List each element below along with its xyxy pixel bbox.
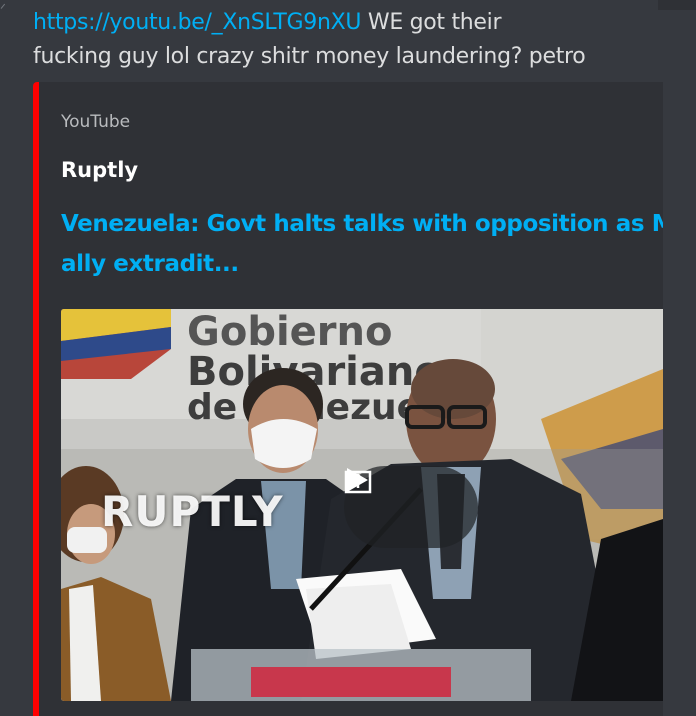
video-controls-pill[interactable]: [344, 466, 478, 548]
message-text-line2: fucking guy lol crazy shitr money launde…: [33, 44, 586, 69]
message-gutter-mark: ᐟ: [0, 2, 6, 18]
message-link[interactable]: https://youtu.be/_XnSLTG9nXU: [33, 10, 361, 35]
message-content: https://youtu.be/_XnSLTG9nXU WE got thei…: [33, 6, 673, 74]
embed-title-line1[interactable]: Venezuela: Govt halts talks with opposit…: [61, 211, 663, 237]
message-text-line1: WE got their: [361, 10, 502, 35]
video-thumbnail[interactable]: Gobierno Bolivariano de Venezuela RUPTLY: [61, 309, 663, 701]
embed-title-line2[interactable]: ally extradit...: [61, 251, 239, 277]
embed-accent-bar: [33, 82, 39, 716]
embed-title[interactable]: Venezuela: Govt halts talks with opposit…: [61, 204, 663, 284]
embed-author[interactable]: Ruptly: [61, 158, 138, 182]
embed-provider: YouTube: [61, 112, 131, 132]
video-watermark: RUPTLY: [101, 487, 284, 536]
open-external-icon[interactable]: [344, 466, 372, 494]
youtube-embed: YouTube Ruptly Venezuela: Govt halts tal…: [33, 82, 663, 716]
